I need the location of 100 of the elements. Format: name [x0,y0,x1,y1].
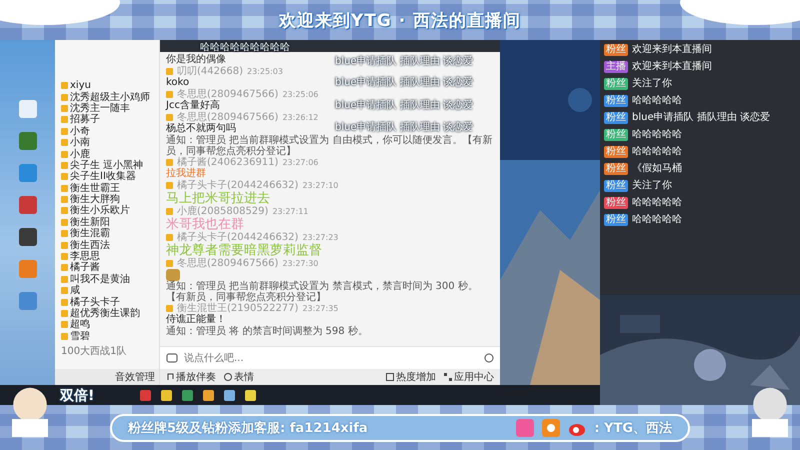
chat-message: 哈哈哈哈哈 [632,129,682,141]
app-icon[interactable] [182,390,193,400]
fan-badge: 粉丝 [604,146,628,158]
member-name[interactable]: 衡生小乐欧片 [70,205,130,216]
member-name[interactable]: 尖子生II收集器 [70,171,136,182]
crown-icon [166,260,173,267]
member-name[interactable]: 衡生西法 [70,240,110,251]
emoji-icon [224,373,232,381]
sticker-icon [166,269,180,281]
danmaku-text: blue申请插队 插队理由 谈恋爱 [335,75,473,89]
chat-message: 哈哈哈哈哈 [632,197,682,209]
message-time: 23:26:12 [282,112,318,123]
message-time: 23:27:23 [302,232,338,243]
danmaku-text: blue申请插队 插队理由 谈恋爱 [335,54,473,68]
member-name[interactable]: 招募子 [70,114,100,126]
member-name[interactable]: 小奇 [70,126,90,137]
sender-name: 叨叨(442668) [177,66,243,77]
message-text: 杨总不就两句吗 [166,123,236,134]
message-time: 23:27:11 [272,206,308,217]
fan-badge: 粉丝 [604,180,628,192]
member-name[interactable]: 李思思 [70,251,100,262]
member-name[interactable]: 超优秀衡生课韵 [70,308,140,319]
fan-badge: 粉丝 [604,95,628,107]
member-name[interactable]: 衡生大胖狗 [70,194,120,206]
member-name[interactable]: 沈秀主一随丰 [70,102,130,114]
sender-name: 橘子酱(2406236911) [177,157,278,168]
message-time: 23:27:10 [302,180,338,191]
member-name[interactable]: xiyu [70,80,91,92]
sender-name: 衡生混世王(2190522277) [177,303,298,314]
danmaku-text: 哈哈哈哈哈哈哈哈哈 [200,41,290,54]
camera-app-icon [542,418,560,436]
message-text: koko [166,77,190,89]
member-name[interactable]: 雪碧 [70,330,90,342]
chat-message: 欢迎来到本直播间 [632,44,712,56]
crown-icon [166,182,173,189]
contact-text: 粉丝牌5级及钻粉添加客服: fa1214xifa [128,420,368,436]
member-name[interactable]: 小鹿 [70,148,90,160]
fan-badge: 粉丝 [604,163,628,175]
notice-text: 通知：管理员 把当前群聊模式设置为 自由模式，你可以随便发言。【有新员，同事帮您点亮积分登记】 [166,135,494,157]
message-text: 侍谯正能量！ [166,314,226,326]
message-time: 23:25:03 [246,66,283,77]
account-names: : YTG、西法 [594,420,672,436]
toolbar-button[interactable]: 播放伴奏 [166,370,216,384]
crown-icon [166,305,173,312]
message-input[interactable]: 说点什么吧... [182,352,480,364]
toolbar-button[interactable]: 热度增加 [386,370,436,384]
toolbar-button[interactable]: 应用中心 [444,370,494,384]
chat-message: 关注了你 [632,78,672,90]
message-time: 23:25:06 [282,89,318,100]
member-name[interactable]: 小南 [70,137,90,148]
sender-name: 橘子头卡子(2044246632) [177,232,298,243]
pinned-message: 你是我的偶像 [166,54,226,66]
crown-icon [166,91,173,98]
notice-text: 通知：管理员 把当前群聊模式设置为 禁言模式，禁言时间为 300 秒。【有新员，同事帮您点亮积分登记】 [166,281,479,303]
gamepad-icon [166,353,178,363]
member-name[interactable]: 衡生世霸王 [70,182,120,194]
message-text: 米哥我也在群 [166,217,244,232]
sender-name: 冬思思(2809467566) [177,112,278,123]
member-name[interactable]: 叫我不是黄油 [70,274,130,285]
crown-icon [166,234,173,241]
member-name[interactable]: 超鸣 [70,319,90,330]
crown-icon [166,208,173,215]
message-text: 神龙尊者需要暗黑萝莉监督 [166,243,322,258]
input-field[interactable]: 说点什么吧... [160,346,500,369]
video-site-icon [516,418,534,436]
sender-name: 小鹿(2085808529) [177,206,268,217]
chat-message: 哈哈哈哈哈 [632,214,682,226]
caption-text: 双倍! [60,387,94,405]
app-icon[interactable] [161,390,172,400]
member-name[interactable]: 橘子头卡子 [70,296,120,308]
member-name[interactable]: 尖子生 逗小黑神 [70,160,144,171]
member-name[interactable]: 咸 [70,285,80,296]
page-title: 欢迎来到YTG · 西法的直播间 [278,10,522,32]
fan-badge: 粉丝 [604,129,628,141]
member-group[interactable]: 100大西战1队 [55,342,159,360]
message-time: 23:27:35 [302,303,338,314]
fan-badge: 粉丝 [604,197,628,209]
message-time: 23:27:30 [282,258,318,269]
fan-badge: 粉丝 [604,78,628,90]
sender-name: 冬思思(2809467566) [177,89,278,100]
chat-message: blue申请插队 插队理由 谈恋爱 [632,112,770,124]
sender-name: 冬思思(2809467566) [177,258,278,269]
message-text: Jcc含量好高 [166,100,220,112]
member-name[interactable]: 衡生混霸 [70,228,110,240]
sender-name: 橘子头卡子(2044246632) [177,180,298,191]
toolbar-button[interactable]: 表情 [224,370,254,384]
member-name[interactable]: 衡生新阳 [70,216,110,228]
member-name[interactable]: 沈秀超级主小鸡师 [70,92,150,103]
member-name[interactable]: 橘子酱 [70,262,100,274]
message-text: 拉我进群 [166,168,206,180]
danmaku-text: blue申请插队 插队理由 谈恋爱 [335,120,473,134]
app-icon[interactable] [224,390,235,400]
danmaku-text: blue申请插队 插队理由 谈恋爱 [335,98,473,112]
fan-badge: 粉丝 [604,112,628,124]
app-icon[interactable] [18,228,36,246]
chat-message: 哈哈哈哈哈 [632,95,682,107]
message-time: 23:27:06 [282,157,318,168]
app-icon[interactable] [245,390,256,400]
app-icon[interactable] [203,390,214,400]
notice-text: 通知：管理员 将 的禁言时间调整为 598 秒。 [166,326,368,337]
